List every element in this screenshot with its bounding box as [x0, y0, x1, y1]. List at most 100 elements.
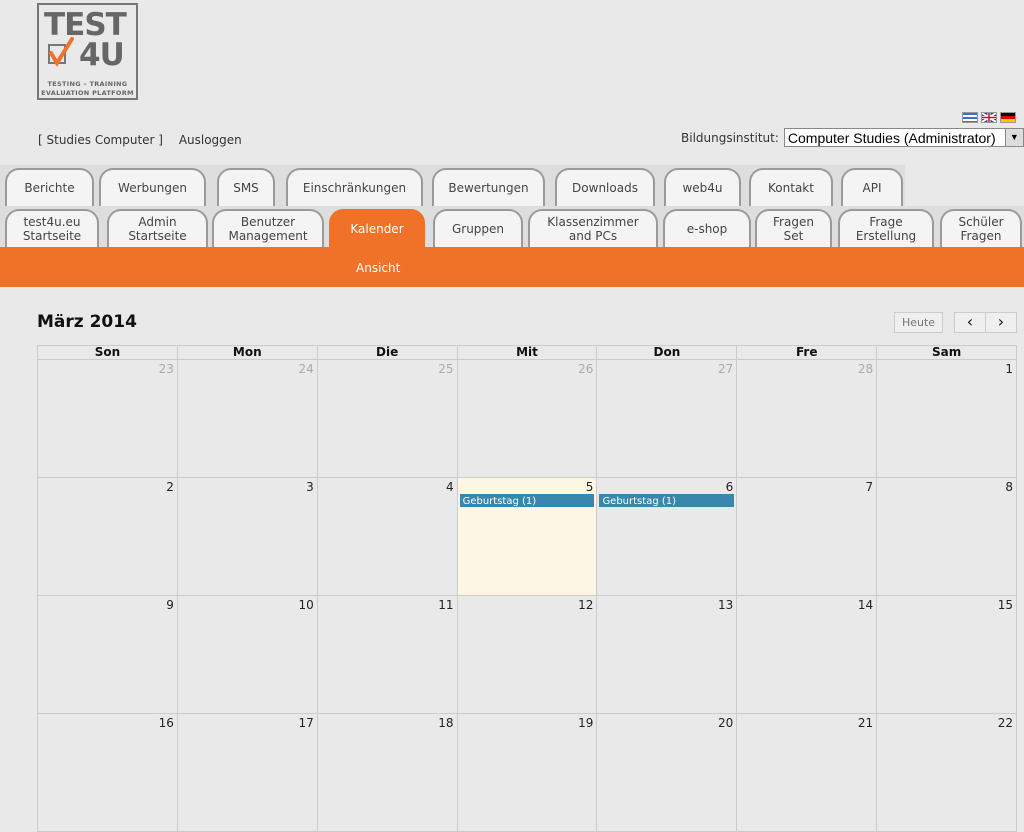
dropdown-arrow-icon[interactable]: ▼	[1004, 129, 1023, 146]
day-cell[interactable]: 22	[877, 714, 1018, 832]
day-cell[interactable]: 15	[877, 596, 1018, 714]
tab-einschraenkungen[interactable]: Einschränkungen	[286, 168, 423, 206]
tab-api[interactable]: API	[841, 168, 903, 206]
day-number: 6	[725, 480, 734, 494]
day-cell[interactable]: 4	[317, 478, 458, 596]
weekday-header: Sam	[931, 345, 962, 359]
tab-benutzer-management[interactable]: Benutzer Management	[212, 209, 324, 247]
day-cell[interactable]: 25	[317, 360, 458, 478]
uk-flag-icon[interactable]	[981, 112, 997, 123]
calendar-event[interactable]: Geburtstag (1)	[599, 494, 735, 507]
weekday-header-row: Son Mon Die Mit Don Fre Sam	[37, 345, 1017, 359]
subnav-ansicht[interactable]: Ansicht	[356, 261, 400, 275]
day-cell[interactable]: 18	[317, 714, 458, 832]
weekday-header: Mit	[458, 346, 598, 359]
calendar-event[interactable]: Geburtstag (1)	[459, 494, 595, 507]
weekday-header: Son	[38, 346, 178, 359]
tab-schueler-fragen[interactable]: Schüler Fragen	[940, 209, 1022, 247]
day-cell[interactable]: 19	[457, 714, 598, 832]
day-cell[interactable]: 12	[457, 596, 598, 714]
day-cell[interactable]: 20	[597, 714, 738, 832]
tab-downloads[interactable]: Downloads	[555, 168, 655, 206]
today-button[interactable]: Heute	[894, 312, 943, 333]
tab-werbungen[interactable]: Werbungen	[99, 168, 206, 206]
calendar-week-row: 9 10 11 12 13 14 15	[37, 596, 1018, 714]
day-number: 15	[997, 598, 1014, 612]
day-cell[interactable]: 23	[38, 360, 178, 478]
day-number: 23	[158, 362, 174, 376]
logo-text-4u: 4U	[79, 37, 125, 73]
day-cell[interactable]: 17	[177, 714, 318, 832]
day-cell[interactable]: 21	[737, 714, 878, 832]
tab-bewertungen[interactable]: Bewertungen	[432, 168, 545, 206]
day-cell[interactable]: 27	[597, 360, 738, 478]
day-number: 19	[578, 716, 594, 730]
day-cell[interactable]: 3	[177, 478, 318, 596]
day-cell[interactable]: 9	[38, 596, 178, 714]
tab-test4u-startseite[interactable]: test4u.eu Startseite	[5, 209, 99, 247]
institute-label: Bildungsinstitut:	[681, 130, 779, 145]
day-cell[interactable]: 28	[737, 360, 878, 478]
sub-navigation-bar: Ansicht	[0, 247, 1024, 287]
day-number: 13	[718, 598, 734, 612]
weekday-header: Fre	[737, 346, 878, 359]
day-cell[interactable]: 13	[597, 596, 738, 714]
institute-selected-value: Computer Studies (Administrator)	[787, 130, 996, 146]
tab-kontakt[interactable]: Kontakt	[749, 168, 833, 206]
tab-frage-erstellung[interactable]: Frage Erstellung	[838, 209, 934, 247]
user-name-link[interactable]: [ Studies Computer ]	[38, 133, 163, 147]
day-cell[interactable]: 26	[457, 360, 598, 478]
day-cell[interactable]: 1	[877, 360, 1018, 478]
tab-gruppen[interactable]: Gruppen	[433, 209, 523, 247]
day-number: 16	[158, 716, 174, 730]
checkmark-icon	[48, 37, 74, 67]
calendar-grid: Son Mon Die Mit Don Fre Sam 23 24 25 26 27 28…	[37, 345, 1018, 832]
day-number: 27	[718, 362, 734, 376]
day-number: 1	[1005, 362, 1014, 376]
next-month-button[interactable]: ›	[985, 312, 1017, 333]
tab-web4u[interactable]: web4u	[664, 168, 741, 206]
tab-kalender[interactable]: Kalender	[329, 209, 425, 247]
tab-sms[interactable]: SMS	[217, 168, 275, 206]
day-cell[interactable]: 11	[317, 596, 458, 714]
day-cell[interactable]: 24	[177, 360, 318, 478]
day-cell[interactable]: 10	[177, 596, 318, 714]
day-number: 26	[578, 362, 594, 376]
language-flags	[962, 112, 1016, 123]
day-number: 12	[578, 598, 594, 612]
greek-flag-icon[interactable]	[962, 112, 978, 123]
test4u-logo[interactable]: TEST 4U TESTING – TRAINING EVALUATION PL…	[37, 3, 138, 100]
day-number: 3	[306, 480, 314, 494]
german-flag-icon[interactable]	[1000, 112, 1016, 123]
day-cell[interactable]: 16	[38, 714, 178, 832]
tab-eshop[interactable]: e-shop	[663, 209, 751, 247]
calendar-title: März 2014	[37, 312, 137, 332]
day-cell[interactable]: 14	[737, 596, 878, 714]
day-number: 7	[865, 480, 874, 494]
day-number: 10	[298, 598, 314, 612]
tab-admin-startseite[interactable]: Admin Startseite	[107, 209, 208, 247]
institute-select[interactable]: Computer Studies (Administrator) ▼	[783, 128, 1024, 147]
day-cell[interactable]: 6 Geburtstag (1)	[597, 478, 738, 596]
day-number: 22	[997, 716, 1014, 730]
main-tab-row-2: test4u.eu Startseite Admin Startseite Be…	[0, 206, 1024, 247]
calendar-weeks: 23 24 25 26 27 28 1 2 3 4 5 Geburtstag (1) 6 Geburtst…	[37, 359, 1018, 832]
day-cell[interactable]: 2	[38, 478, 178, 596]
tab-fragen-set[interactable]: Fragen Set	[755, 209, 832, 247]
weekday-header: Die	[318, 346, 458, 359]
day-number: 14	[857, 598, 874, 612]
day-cell[interactable]: 7	[737, 478, 878, 596]
tab-klassenzimmer[interactable]: Klassenzimmer and PCs	[528, 209, 658, 247]
tab-berichte[interactable]: Berichte	[5, 168, 94, 206]
day-number: 4	[445, 480, 454, 494]
day-cell[interactable]: 8	[877, 478, 1018, 596]
day-number: 28	[857, 362, 874, 376]
calendar-week-row: 16 17 18 19 20 21 22	[37, 714, 1018, 832]
day-number: 17	[298, 716, 314, 730]
day-number: 24	[298, 362, 314, 376]
logout-link[interactable]: Ausloggen	[179, 133, 242, 147]
prev-month-button[interactable]: ‹	[954, 312, 986, 333]
calendar-week-row: 2 3 4 5 Geburtstag (1) 6 Geburtstag (1) 7 8	[37, 478, 1018, 596]
day-number: 9	[166, 598, 174, 612]
day-cell[interactable]: 5 Geburtstag (1)	[457, 478, 598, 596]
